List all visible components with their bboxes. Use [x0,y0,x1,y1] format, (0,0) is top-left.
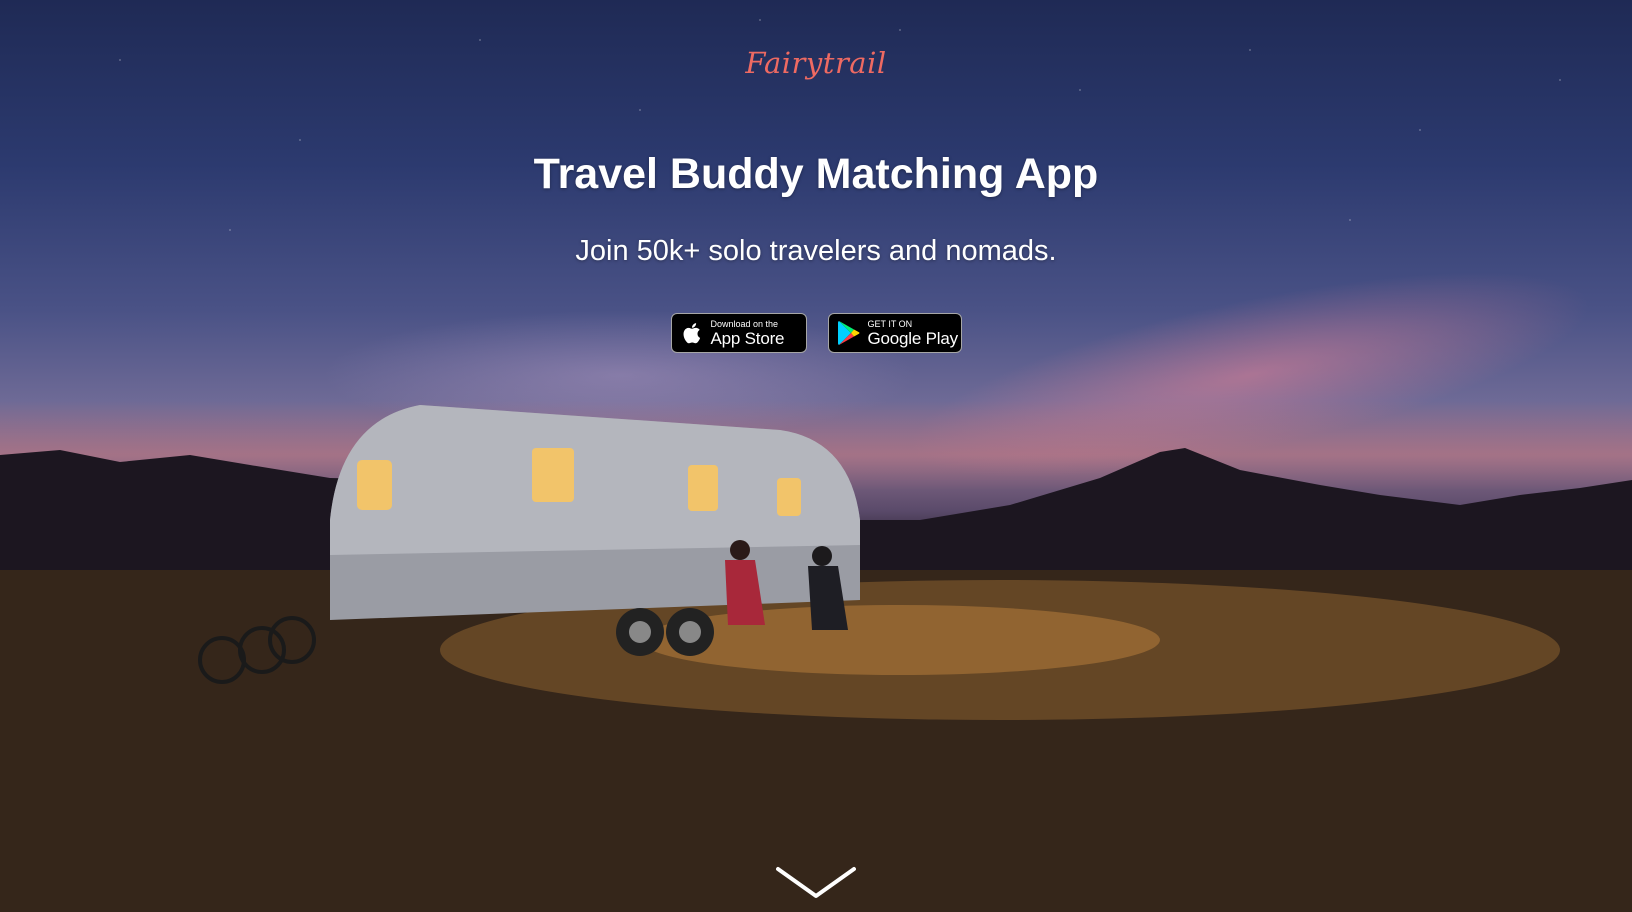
google-play-icon [837,320,861,346]
trailer-window [532,448,574,502]
google-play-small-label: GET IT ON [867,318,913,329]
app-store-button[interactable]: Download on the App Store [670,313,807,353]
page-subtitle: Join 50k+ solo travelers and nomads. [575,235,1057,267]
app-store-big-label: App Store [710,328,785,348]
trailer-window [688,465,718,511]
app-store-small-label: Download on the [710,318,779,329]
store-badges: Download on the App Store GET IT ON Goog… [0,313,1632,353]
brand-logo[interactable]: Fairytrail [0,46,1632,80]
trailer-window [777,478,801,516]
scroll-down-button[interactable] [774,864,858,902]
page-title: Travel Buddy Matching App [533,150,1099,198]
apple-icon [682,320,704,346]
trailer-window [357,460,392,510]
google-play-button[interactable]: GET IT ON Google Play [827,313,962,353]
landscape-illustration [0,405,1632,912]
chevron-down-icon [776,867,856,898]
hero-section: Fairytrail Travel Buddy Matching App Joi… [0,0,1632,912]
ground-light-core [640,605,1160,675]
google-play-big-label: Google Play [867,328,959,348]
